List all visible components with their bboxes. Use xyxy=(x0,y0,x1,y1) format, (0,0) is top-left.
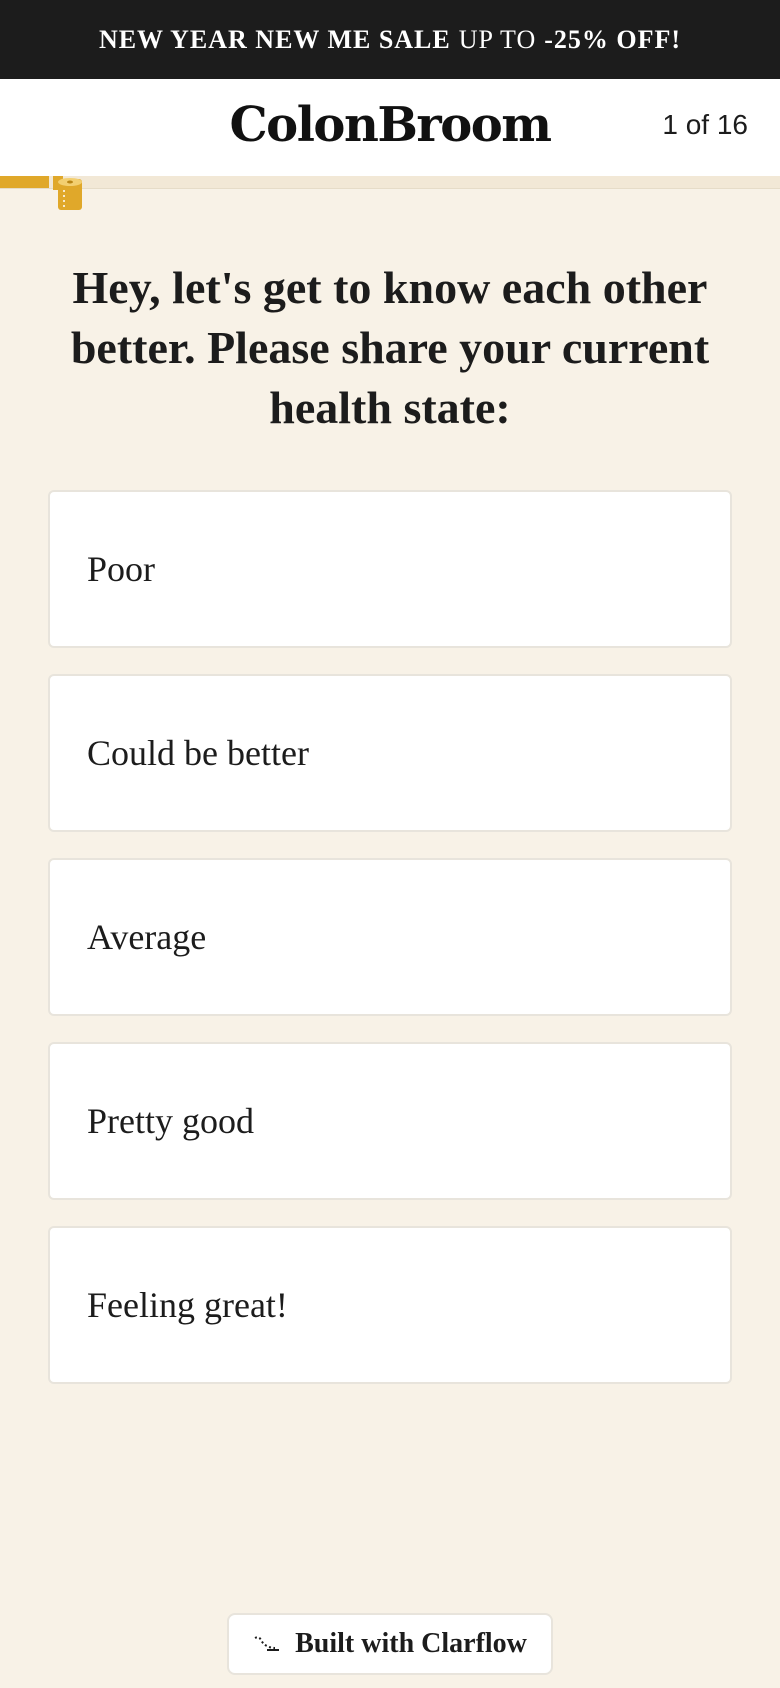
answer-option[interactable]: Could be better xyxy=(48,674,732,832)
answer-option[interactable]: Pretty good xyxy=(48,1042,732,1200)
promo-banner: NEW YEAR NEW ME SALE UP TO -25% OFF! xyxy=(0,0,780,79)
step-counter: 1 of 16 xyxy=(662,109,748,140)
built-with-clarflow-badge[interactable]: Built with Clarflow xyxy=(227,1613,553,1675)
header: ColonBroom 1 of 16 xyxy=(0,79,780,176)
promo-text-discount: -25% OFF! xyxy=(544,24,682,54)
progress-fill xyxy=(0,176,49,188)
promo-text-sale: NEW YEAR NEW ME SALE xyxy=(98,24,451,54)
answer-option[interactable]: Poor xyxy=(48,490,732,648)
promo-text-upto: UP TO xyxy=(458,24,537,54)
answer-option[interactable]: Average xyxy=(48,858,732,1016)
answer-options: Poor Could be better Average Pretty good Fee… xyxy=(48,490,732,1410)
toilet-paper-icon xyxy=(49,176,85,214)
answer-option[interactable]: Feeling great! xyxy=(48,1226,732,1384)
progress-bar xyxy=(0,176,780,189)
clarflow-icon xyxy=(254,1636,280,1651)
built-with-label: Built with Clarflow xyxy=(295,1628,527,1659)
question-title: Hey, let's get to know each other better… xyxy=(70,262,710,433)
